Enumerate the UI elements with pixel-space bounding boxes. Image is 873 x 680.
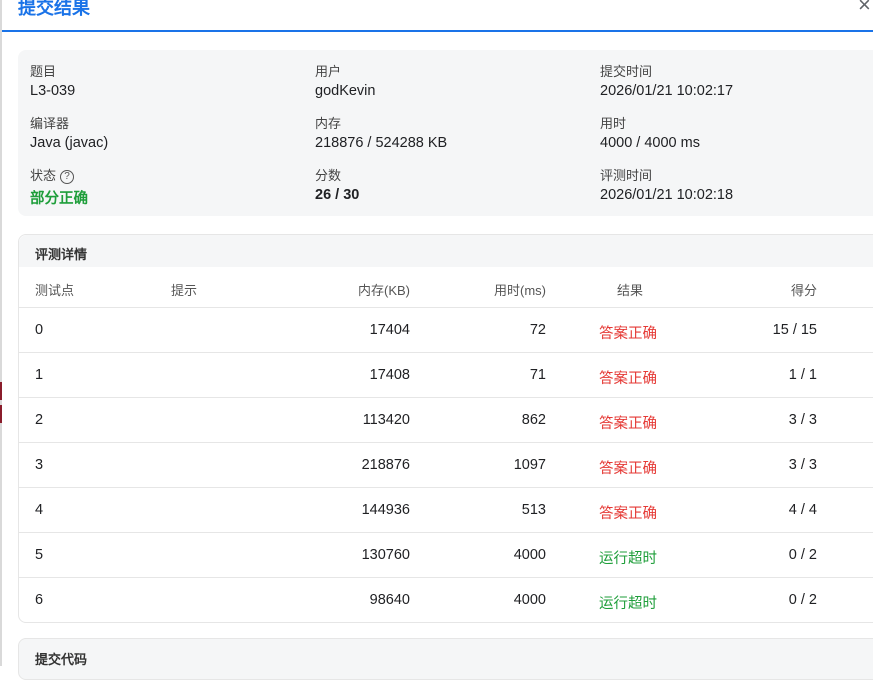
testcase-score: 1 / 1 — [788, 367, 817, 383]
testcase-id: 0 — [35, 322, 44, 338]
judge-time-value: 2026/01/21 10:02:18 — [600, 187, 734, 203]
testcase-id: 4 — [35, 502, 44, 518]
submit-time-label: 提交时间 — [600, 64, 653, 79]
testcase-result: 答案正确 — [599, 326, 657, 342]
problem-label: 题目 — [30, 64, 57, 79]
status-label: 状态? — [30, 165, 75, 184]
testcase-time: 513 — [521, 502, 546, 518]
testcase-result: 答案正确 — [599, 371, 657, 387]
column-header-result: 结果 — [617, 283, 644, 298]
testcase-time: 4000 — [513, 592, 546, 608]
testcase-id: 2 — [35, 412, 44, 428]
table-row: 2 113420 862 答案正确 3 / 3 — [19, 397, 873, 443]
testcase-score: 0 / 2 — [788, 547, 817, 563]
user-label: 用户 — [315, 64, 342, 79]
judge-details-panel: 评测详情 测试点 提示 内存(KB) 用时(ms) 结果 得分 0 17404 72… — [18, 234, 873, 623]
submitted-code-panel: 提交代码 — [18, 638, 873, 680]
testcase-score: 3 / 3 — [788, 412, 817, 428]
testcase-id: 1 — [35, 367, 44, 383]
column-header-time: 用时(ms) — [494, 283, 546, 298]
testcase-memory: 113420 — [362, 412, 410, 428]
table-row: 5 130760 4000 运行超时 0 / 2 — [19, 532, 873, 578]
help-icon[interactable]: ? — [60, 170, 75, 184]
background-mark — [0, 382, 2, 400]
testcase-memory: 17404 — [369, 322, 410, 338]
testcase-id: 6 — [35, 592, 44, 608]
score-value: 26 / 30 — [315, 187, 360, 203]
testcase-time: 862 — [521, 412, 546, 428]
submitted-code-title: 提交代码 — [35, 652, 88, 667]
problem-value: L3-039 — [30, 83, 76, 99]
testcase-result: 答案正确 — [599, 416, 657, 432]
score-label: 分数 — [315, 168, 342, 183]
testcase-id: 3 — [35, 457, 44, 473]
user-value: godKevin — [315, 83, 376, 99]
judge-details-header: 评测详情 — [19, 235, 873, 267]
testcase-score: 4 / 4 — [788, 502, 817, 518]
testcase-score: 3 / 3 — [788, 457, 817, 473]
dialog-title: 提交结果 — [18, 0, 90, 18]
column-header-hint: 提示 — [171, 283, 198, 298]
column-header-testcase: 测试点 — [35, 283, 75, 298]
testcase-time: 71 — [529, 367, 546, 383]
compiler-value: Java (javac) — [30, 135, 109, 151]
testcase-result: 答案正确 — [599, 506, 657, 522]
testcase-time: 1097 — [513, 457, 546, 473]
testcase-score: 15 / 15 — [772, 322, 817, 338]
judge-time-label: 评测时间 — [600, 168, 653, 183]
judge-details-title: 评测详情 — [35, 247, 88, 262]
column-header-score: 得分 — [790, 283, 817, 298]
submit-time-value: 2026/01/21 10:02:17 — [600, 83, 734, 99]
table-row: 6 98640 4000 运行超时 0 / 2 — [19, 577, 873, 623]
column-header-memory: 内存(KB) — [357, 283, 410, 298]
time-value: 4000 / 4000 ms — [600, 135, 700, 151]
testcase-score: 0 / 2 — [788, 592, 817, 608]
status-label-text: 状态 — [30, 168, 57, 183]
testcase-memory: 98640 — [369, 592, 410, 608]
testcase-result: 答案正确 — [599, 461, 657, 477]
close-icon[interactable]: × — [858, 0, 871, 18]
status-value: 部分正确 — [30, 191, 88, 207]
memory-value: 218876 / 524288 KB — [315, 135, 448, 151]
background-mark — [0, 405, 2, 423]
testcase-id: 5 — [35, 547, 44, 563]
testcase-memory: 130760 — [361, 547, 410, 563]
table-row: 4 144936 513 答案正确 4 / 4 — [19, 487, 873, 533]
page-left-edge — [0, 0, 2, 666]
testcase-result: 运行超时 — [599, 596, 657, 612]
title-underline — [2, 30, 873, 32]
table-row: 3 218876 1097 答案正确 3 / 3 — [19, 442, 873, 488]
testcase-time: 4000 — [513, 547, 546, 563]
testcase-memory: 218876 — [361, 457, 410, 473]
testcase-memory: 17408 — [369, 367, 410, 383]
table-row: 0 17404 72 答案正确 15 / 15 — [19, 307, 873, 353]
table-row: 1 17408 71 答案正确 1 / 1 — [19, 352, 873, 398]
submission-info-panel: 题目 L3-039 编译器 Java (javac) 状态? 部分正确 用户 g… — [18, 50, 873, 216]
testcase-memory: 144936 — [361, 502, 410, 518]
memory-label: 内存 — [315, 116, 342, 131]
time-label: 用时 — [600, 116, 627, 131]
testcase-time: 72 — [529, 322, 546, 338]
testcase-result: 运行超时 — [599, 551, 657, 567]
compiler-label: 编译器 — [30, 116, 70, 131]
